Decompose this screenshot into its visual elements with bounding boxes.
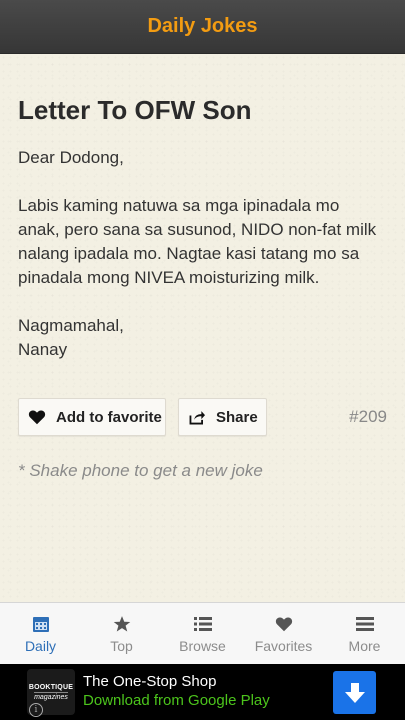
share-icon [189, 411, 205, 425]
star-icon [113, 614, 131, 634]
download-arrow-icon [344, 682, 365, 703]
shake-hint: * Shake phone to get a new joke [18, 461, 263, 480]
tab-label: Favorites [254, 638, 313, 654]
tab-top[interactable]: Top [81, 603, 162, 664]
share-label: Share [216, 408, 258, 426]
ad-title: The One-Stop Shop [83, 673, 217, 690]
tab-browse[interactable]: Browse [162, 603, 243, 664]
ad-download-button[interactable] [333, 671, 376, 714]
share-button[interactable]: Share [178, 398, 267, 436]
joke-content: Letter To OFW Son Dear Dodong, Labis kam… [0, 54, 405, 602]
tab-label: Browse [179, 638, 226, 654]
tab-label: More [348, 638, 381, 654]
bottom-tab-bar: Daily Top Browse Favorites More [0, 602, 405, 664]
calendar-icon [32, 614, 50, 634]
logo-line-2: magazines [34, 691, 68, 701]
tab-label: Top [110, 638, 133, 654]
list-icon [193, 614, 212, 634]
joke-body: Dear Dodong, Labis kaming natuwa sa mga … [18, 148, 377, 359]
joke-actions: Add to favorite Share #209 [18, 398, 387, 436]
app-title: Daily Jokes [147, 15, 258, 37]
heart-icon [275, 614, 293, 634]
add-to-favorite-button[interactable]: Add to favorite [18, 398, 166, 436]
tab-favorites[interactable]: Favorites [243, 603, 324, 664]
ad-subtitle: Download from Google Play [83, 692, 270, 709]
app-header: Daily Jokes [0, 0, 405, 54]
info-glyph: i [34, 705, 38, 715]
joke-title: Letter To OFW Son [18, 95, 252, 125]
tab-label: Daily [24, 638, 57, 654]
heart-icon [28, 410, 46, 425]
logo-line-1: BOOKTIQUE [28, 683, 74, 691]
tab-more[interactable]: More [324, 603, 405, 664]
menu-icon [355, 614, 374, 634]
tab-daily[interactable]: Daily [0, 603, 81, 664]
ad-text: The One-Stop Shop Download from Google P… [83, 673, 270, 709]
add-to-favorite-label: Add to favorite [56, 408, 162, 426]
info-icon[interactable]: i [29, 703, 43, 717]
joke-number: #209 [349, 407, 387, 426]
ad-banner[interactable]: BOOKTIQUE magazines i The One-Stop Shop … [0, 664, 405, 720]
